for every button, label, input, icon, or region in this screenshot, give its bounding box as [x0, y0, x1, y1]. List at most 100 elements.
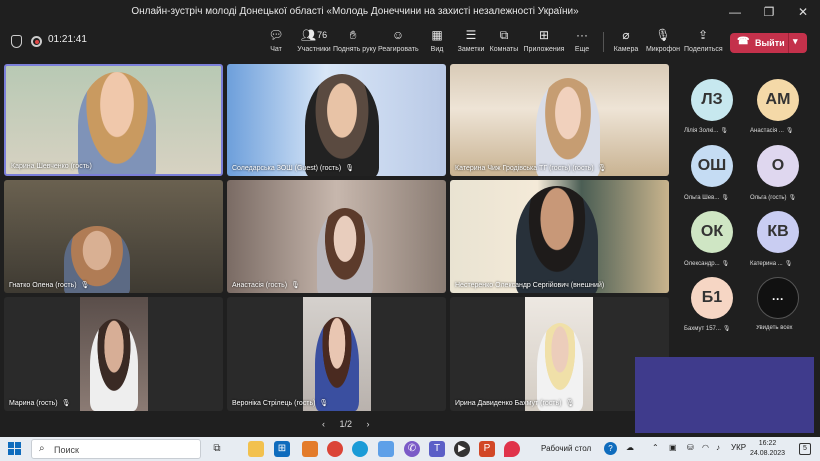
app-icon[interactable]	[302, 441, 318, 457]
participant-name: Соледарська ЗОШ (Guest) (гость) 🎙︎	[232, 165, 355, 172]
video-tile[interactable]: Марина (гость) 🎙︎	[4, 297, 223, 411]
keyboard-language[interactable]: УКР	[731, 443, 746, 452]
clock-time: 16:22	[758, 440, 777, 447]
notes-button[interactable]: ☰ Заметки	[456, 28, 486, 53]
teams-icon[interactable]: T	[429, 441, 445, 457]
participant-name: Анастасія (гость) 🎙︎	[232, 282, 300, 289]
search-icon: ⌕	[39, 443, 45, 454]
participant-avatar[interactable]: ОШ	[691, 145, 733, 187]
mic-muted-icon: 🎙︎	[721, 195, 729, 201]
react-label: Реагировать	[378, 46, 419, 53]
weather-icon[interactable]: ☁	[626, 443, 634, 452]
mic-muted-icon: 🎙︎	[319, 400, 329, 407]
chat-button[interactable]: 💬︎ Чат	[266, 28, 286, 53]
mic-off-icon: 🎙︎	[655, 28, 671, 42]
taskbar-search[interactable]: ⌕ Поиск	[31, 439, 201, 459]
people-icon: 👥︎	[300, 28, 317, 42]
view-button[interactable]: ▦ Вид	[427, 28, 447, 53]
help-icon[interactable]: ?	[604, 442, 617, 455]
page-navigation: ‹ 1/2 ›	[316, 419, 376, 429]
powerpoint-icon[interactable]: P	[479, 441, 495, 457]
taskbar-clock[interactable]: 16:22 24.08.2023	[750, 439, 785, 459]
participant-name: Марина (гость) 🎙︎	[9, 400, 71, 407]
video-tile[interactable]: Анастасія (гость) 🎙︎	[227, 180, 446, 293]
share-button[interactable]: ⇪ Поделиться	[684, 28, 723, 53]
video-tile[interactable]: Катерина Чиж Гродівська ТГ (гость) (гост…	[450, 64, 669, 176]
video-tile[interactable]: Соледарська ЗОШ (Guest) (гость) 🎙︎	[227, 64, 446, 176]
participant-avatar[interactable]: ОК	[691, 211, 733, 253]
edge-icon[interactable]	[352, 441, 368, 457]
leave-label: Выйти	[755, 38, 785, 48]
chrome-icon[interactable]	[327, 441, 343, 457]
participant-avatar[interactable]: КВ	[757, 211, 799, 253]
participant-name: Бахмут 157... 🎙︎	[684, 326, 731, 332]
volume-icon[interactable]: ♪	[716, 443, 720, 452]
participant-name: Олександр... 🎙︎	[684, 261, 730, 267]
meeting-timer: 01:21:41	[48, 34, 87, 45]
media-player-icon[interactable]: ▶	[454, 441, 470, 457]
taskbar: ⌕ Поиск ⧉ ⊞ ✆ T ▶ P Рабочий стол ? ☁ ⌃ ▣…	[0, 437, 820, 461]
window-title: Онлайн-зустріч молоді Донецької області …	[131, 6, 579, 17]
mic-muted-icon: 🎙︎	[597, 165, 607, 172]
window-titlebar: Онлайн-зустріч молоді Донецької області …	[0, 0, 820, 24]
rooms-label: Комнаты	[489, 46, 519, 53]
video-tile[interactable]: Карина Шевченко (гость)	[4, 64, 223, 176]
notifications-icon[interactable]: 5	[799, 443, 811, 455]
mic-muted-icon: 🎙︎	[80, 282, 90, 289]
participant-avatar[interactable]: ЛЗ	[691, 79, 733, 121]
wifi-icon[interactable]: ◠	[702, 443, 709, 452]
chat-label: Чат	[270, 46, 282, 53]
maximize-button[interactable]: ❐	[752, 0, 786, 24]
minimize-button[interactable]: —	[718, 0, 752, 24]
tray-app-icon[interactable]: ▣	[669, 443, 677, 452]
mic-muted-icon: 🎙︎	[345, 165, 355, 172]
participants-button[interactable]: 👥︎76 Участники	[294, 28, 334, 53]
chevron-down-icon[interactable]: ▾	[793, 36, 798, 47]
mic-muted-icon: 🎙︎	[565, 400, 575, 407]
video-tile[interactable]: Гнатко Олена (гость) 🎙︎	[4, 180, 223, 293]
search-placeholder: Поиск	[54, 445, 79, 455]
leave-button[interactable]: ☎ Выйти ▾	[730, 33, 807, 53]
chevron-up-icon[interactable]: ⌃	[652, 443, 659, 452]
store-icon[interactable]: ⊞	[274, 441, 290, 457]
participant-video	[80, 297, 148, 411]
participant-avatar[interactable]: Б1	[691, 277, 733, 319]
chat-icon: 💬︎	[268, 28, 284, 42]
video-tile[interactable]: Нестеренко Олександр Сергійович (внешний…	[450, 180, 669, 293]
desktop-toolbar-label[interactable]: Рабочий стол	[541, 444, 591, 453]
more-button[interactable]: ··· Еще	[572, 28, 592, 53]
mic-muted-icon: 🎙︎	[784, 261, 793, 267]
participant-avatar[interactable]: О	[757, 145, 799, 187]
raise-hand-button[interactable]: ✋︎ Поднять руку	[333, 28, 377, 53]
viber-icon[interactable]: ✆	[404, 441, 420, 457]
next-page-button[interactable]: ›	[367, 419, 370, 429]
view-label: Вид	[430, 46, 444, 53]
participant-video	[516, 186, 598, 293]
app-icon[interactable]	[504, 441, 520, 457]
participant-name: Нестеренко Олександр Сергійович (внешний…	[455, 282, 605, 289]
participants-label: Участники	[297, 46, 331, 53]
see-all-label[interactable]: Увидеть всех	[756, 325, 816, 331]
video-tile[interactable]: Вероніка Стрілець (гость) 🎙︎	[227, 297, 446, 411]
microphone-button[interactable]: 🎙︎ Микрофон	[645, 28, 681, 53]
see-all-button[interactable]: ···	[757, 277, 799, 319]
mic-muted-icon: 🎙︎	[291, 282, 300, 289]
close-window-button[interactable]: ✕	[786, 0, 820, 24]
task-view-icon[interactable]: ⧉	[209, 441, 225, 457]
raise-hand-label: Поднять руку	[333, 46, 377, 53]
app-icon[interactable]	[378, 441, 394, 457]
file-explorer-icon[interactable]	[248, 441, 264, 457]
react-button[interactable]: ☺︎ Реагировать	[378, 28, 419, 53]
apps-icon: ⊞	[538, 28, 550, 42]
self-view-tile[interactable]	[635, 357, 814, 433]
prev-page-button[interactable]: ‹	[322, 419, 325, 429]
notes-icon: ☰	[465, 28, 477, 42]
usb-icon[interactable]: ⛁	[687, 443, 694, 452]
apps-button[interactable]: ⊞ Приложения	[523, 28, 565, 53]
windows-start-icon[interactable]	[8, 442, 21, 455]
participant-name: Катерина ... 🎙︎	[750, 261, 793, 267]
rooms-button[interactable]: ⧉ Комнаты	[488, 28, 520, 53]
apps-label: Приложения	[523, 46, 565, 53]
participant-avatar[interactable]: АМ	[757, 79, 799, 121]
camera-button[interactable]: ⌀ Камера	[613, 28, 639, 53]
